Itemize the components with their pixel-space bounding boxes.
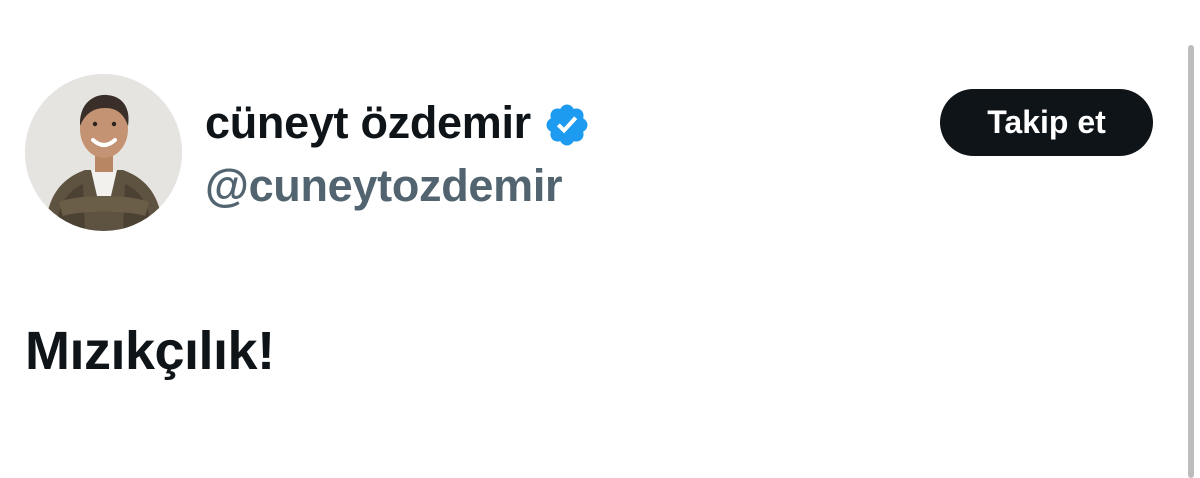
follow-button[interactable]: Takip et xyxy=(940,89,1153,156)
verified-badge-icon[interactable] xyxy=(543,101,591,149)
scrollbar[interactable] xyxy=(1188,45,1194,478)
tweet-card: cüneyt özdemir @cuneytozdemir Takip et M… xyxy=(0,0,1200,478)
tweet-text: Mızıkçılık! xyxy=(25,321,275,381)
avatar-image xyxy=(25,74,182,231)
author-display-name[interactable]: cüneyt özdemir xyxy=(205,97,531,149)
avatar[interactable] xyxy=(25,74,182,231)
author-handle[interactable]: @cuneytozdemir xyxy=(205,160,563,212)
author-name-row[interactable]: cüneyt özdemir xyxy=(205,97,591,149)
